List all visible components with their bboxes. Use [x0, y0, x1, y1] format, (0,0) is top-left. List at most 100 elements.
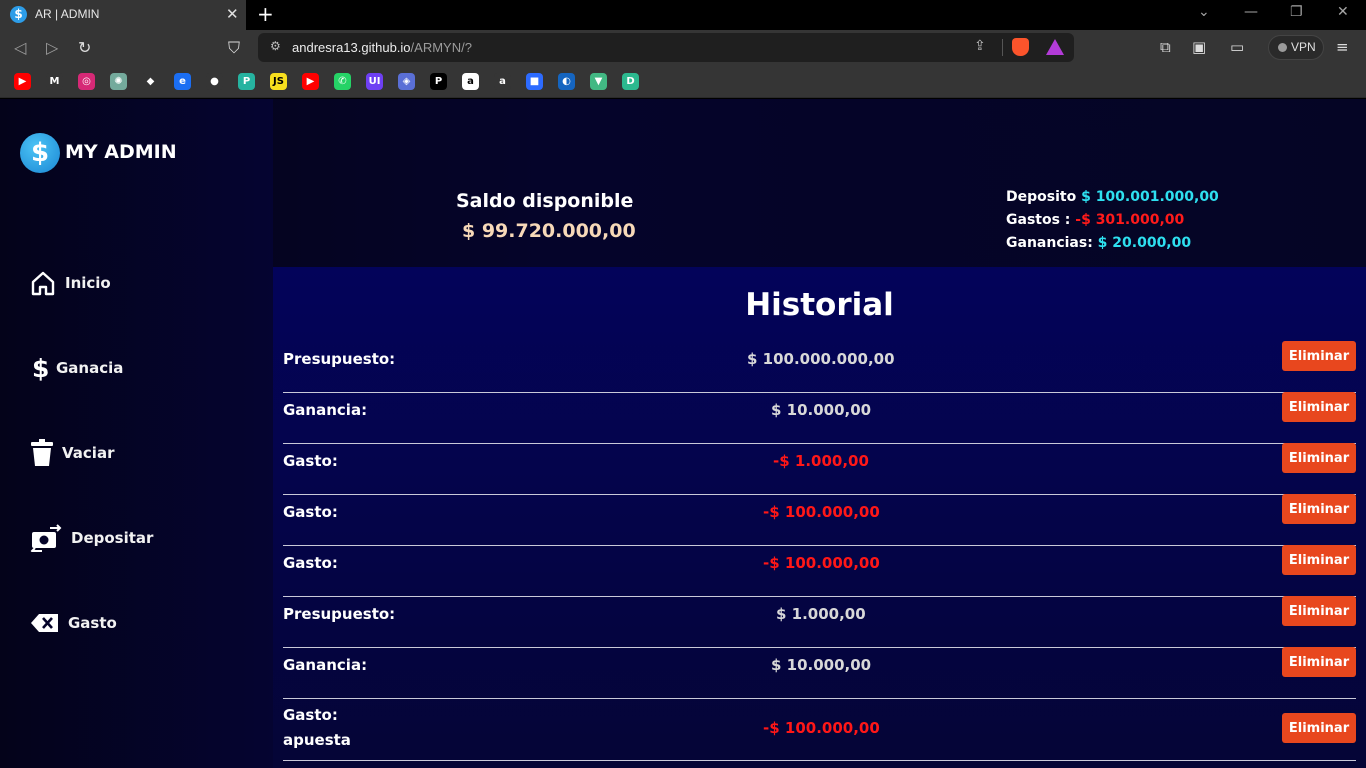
- bookmark-replit-icon[interactable]: P: [238, 73, 255, 90]
- menu-label: Depositar: [71, 529, 154, 547]
- tab-search-chevron-icon[interactable]: ⌄: [1198, 4, 1210, 20]
- menu-label: Ganacia: [56, 359, 124, 377]
- bookmark-youtube-icon[interactable]: ▶: [14, 73, 31, 90]
- history-row-amount: $ 1.000,00: [776, 605, 866, 623]
- bookmark-edge-icon[interactable]: e: [174, 73, 191, 90]
- vpn-label: VPN: [1291, 40, 1316, 54]
- bookmark-amazon-icon[interactable]: a: [462, 73, 479, 90]
- trash-icon: [31, 439, 53, 466]
- bookmark-chatgpt-icon[interactable]: ✺: [110, 73, 127, 90]
- history-row-description: apuesta: [283, 731, 351, 749]
- back-icon[interactable]: ◁: [14, 38, 26, 57]
- summary-deposito: Deposito $ 100.001.000,00: [1006, 189, 1219, 205]
- bookmark-vue-icon[interactable]: ▼: [590, 73, 607, 90]
- sidebar: $ MY ADMIN Inicio $ Ganacia Vaciar Depos…: [0, 99, 273, 768]
- menu-item-vaciar[interactable]: Vaciar: [30, 439, 140, 469]
- history-title: Historial: [745, 287, 894, 323]
- bookmark-instagram-icon[interactable]: ◎: [78, 73, 95, 90]
- tab-favicon-icon: $: [10, 6, 27, 23]
- history-row-label: Gasto:: [283, 706, 338, 724]
- brave-shields-icon[interactable]: [1012, 38, 1029, 56]
- tab-bar: $ AR | ADMIN ✕ + ⌄ — ❐ ✕: [0, 0, 1366, 30]
- summary-gastos: Gastos : -$ 301.000,00: [1006, 212, 1184, 228]
- bookmark-whatsapp-icon[interactable]: ✆: [334, 73, 351, 90]
- history-row-label: Ganancia:: [283, 656, 368, 674]
- bookmark-gmail-icon[interactable]: M: [46, 73, 63, 90]
- bookmark-github-icon[interactable]: ●: [206, 73, 223, 90]
- minimize-icon[interactable]: —: [1244, 4, 1258, 20]
- delete-button[interactable]: Eliminar: [1282, 494, 1356, 524]
- menu-item-inicio[interactable]: Inicio: [30, 269, 140, 299]
- bookmark-green-app-icon[interactable]: D: [622, 73, 639, 90]
- tab-close-icon[interactable]: ✕: [226, 5, 239, 23]
- menu-label: Inicio: [65, 274, 111, 292]
- reload-icon[interactable]: ↻: [78, 38, 91, 57]
- forward-icon[interactable]: ▷: [46, 38, 58, 57]
- history-row: Presupuesto: $ 100.000.000,00 Eliminar: [283, 341, 1356, 393]
- delete-button[interactable]: Eliminar: [1282, 647, 1356, 677]
- gastos-label: Gastos :: [1006, 212, 1071, 228]
- address-bar[interactable]: ⚙ andresra13.github.io/ARMYN/? ⇪: [258, 33, 1074, 62]
- delete-button[interactable]: Eliminar: [1282, 713, 1356, 743]
- bookmark-amazon-2-icon[interactable]: a: [494, 73, 511, 90]
- share-icon[interactable]: ⇪: [974, 38, 986, 54]
- site-info-icon[interactable]: ⚙: [270, 39, 281, 53]
- bookmark-pinterest-p-icon[interactable]: P: [430, 73, 447, 90]
- bookmark-gitlab-icon[interactable]: ◆: [142, 73, 159, 90]
- bookmark-javascript-icon[interactable]: JS: [270, 73, 287, 90]
- history-row-amount: -$ 100.000,00: [763, 503, 880, 521]
- money-transfer-icon: [30, 524, 62, 552]
- menu-item-ganacia[interactable]: $ Ganacia: [30, 354, 140, 384]
- delete-button[interactable]: Eliminar: [1282, 545, 1356, 575]
- history-row: Presupuesto: $ 1.000,00 Eliminar: [283, 596, 1356, 648]
- summary-ganancias: Ganancias: $ 20.000,00: [1006, 235, 1191, 251]
- bookmark-page-icon[interactable]: ⛉: [228, 38, 240, 58]
- dollar-icon: $: [32, 354, 49, 382]
- menu-item-depositar[interactable]: Depositar: [30, 524, 160, 554]
- history-row-amount: -$ 100.000,00: [763, 719, 880, 737]
- delete-button[interactable]: Eliminar: [1282, 443, 1356, 473]
- bookmark-globe-app-icon[interactable]: ◐: [558, 73, 575, 90]
- restore-icon[interactable]: ❐: [1290, 4, 1303, 20]
- bookmark-bookmark-app-icon[interactable]: ◈: [398, 73, 415, 90]
- history-row: Gasto: -$ 100.000,00 Eliminar: [283, 545, 1356, 597]
- history-row: Gasto: -$ 100.000,00 Eliminar: [283, 494, 1356, 546]
- history-row: Ganancia: $ 10.000,00 Eliminar: [283, 392, 1356, 444]
- vpn-button[interactable]: VPN: [1268, 35, 1324, 60]
- bookmark-blue-app-icon[interactable]: ■: [526, 73, 543, 90]
- history-row-label: Presupuesto:: [283, 350, 396, 368]
- history-row-amount: $ 10.000,00: [771, 656, 872, 674]
- sidebar-toggle-icon[interactable]: ▣: [1192, 38, 1206, 56]
- window-close-icon[interactable]: ✕: [1337, 4, 1349, 20]
- menu-icon[interactable]: ≡: [1336, 38, 1349, 56]
- history-row: Gasto: -$ 1.000,00 Eliminar: [283, 443, 1356, 495]
- history-row-label: Presupuesto:: [283, 605, 396, 623]
- delete-button[interactable]: Eliminar: [1282, 392, 1356, 422]
- history-row-label: Gasto:: [283, 503, 338, 521]
- delete-button[interactable]: Eliminar: [1282, 341, 1356, 371]
- bookmark-youtube-2-icon[interactable]: ▶: [302, 73, 319, 90]
- deposito-value: $ 100.001.000,00: [1081, 189, 1219, 205]
- dollar-coin-icon: $: [20, 133, 60, 173]
- gastos-value: -$ 301.000,00: [1075, 212, 1185, 228]
- bookmarks-bar: ▶ M ◎ ✺ ◆ e ● P JS ▶ ✆ UI ◈ Pa a ■ ◐ ▼ D: [0, 66, 1366, 98]
- history-row: Ganancia: $ 10.000,00 Eliminar: [283, 647, 1356, 699]
- brave-rewards-icon[interactable]: [1046, 39, 1064, 55]
- delete-button[interactable]: Eliminar: [1282, 596, 1356, 626]
- tab-active[interactable]: $ AR | ADMIN ✕: [0, 0, 246, 30]
- menu-item-gasto[interactable]: Gasto: [30, 609, 140, 639]
- home-icon: [31, 271, 55, 296]
- svg-text:$: $: [32, 354, 49, 382]
- history-row: Gasto: apuesta -$ 100.000,00 Eliminar: [283, 699, 1356, 761]
- balance-title: Saldo disponible: [456, 190, 634, 212]
- bookmark-uiverse-icon[interactable]: UI: [366, 73, 383, 90]
- new-tab-icon[interactable]: +: [257, 2, 274, 26]
- wallet-icon[interactable]: ▭: [1230, 38, 1244, 56]
- extensions-icon[interactable]: ⧉: [1160, 38, 1171, 56]
- url-text[interactable]: andresra13.github.io/ARMYN/?: [292, 40, 472, 55]
- history-row-amount: $ 100.000.000,00: [747, 350, 895, 368]
- backspace-icon: [31, 614, 58, 632]
- deposito-label: Deposito: [1006, 189, 1077, 205]
- history-row-label: Ganancia:: [283, 401, 368, 419]
- history-panel: Historial Presupuesto: $ 100.000.000,00 El…: [273, 267, 1366, 768]
